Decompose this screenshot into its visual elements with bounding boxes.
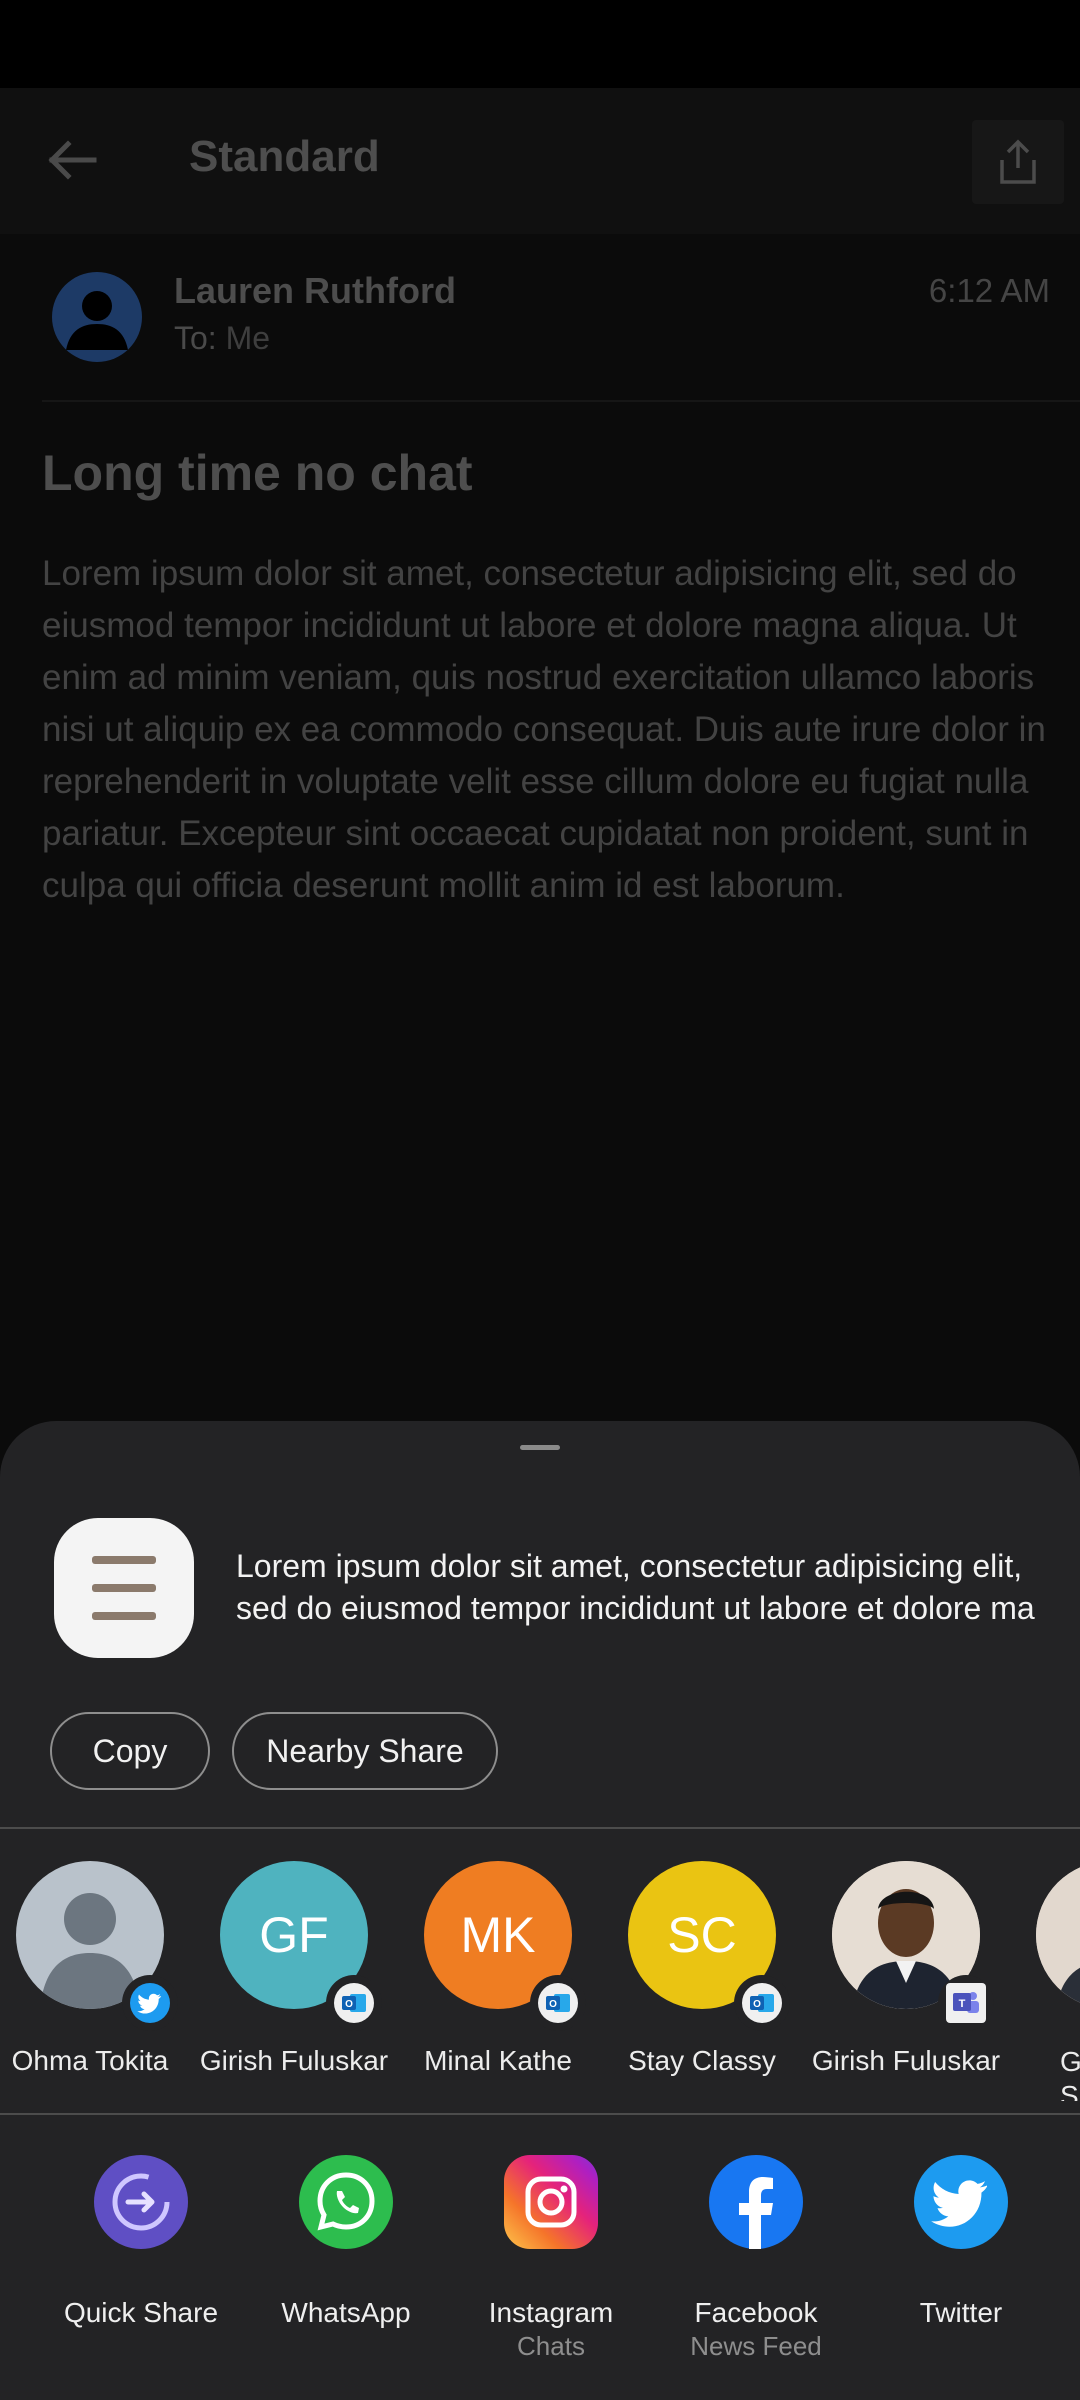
status-bar — [0, 0, 1080, 88]
svg-text:O: O — [345, 1999, 353, 2010]
twitter-icon — [130, 1983, 170, 2023]
preview-icon-line — [92, 1584, 156, 1592]
outlook-badge: O — [530, 1975, 586, 2031]
outlook-icon: O — [334, 1983, 374, 2023]
twitter-icon — [914, 2155, 1008, 2249]
whatsapp-icon — [299, 2155, 393, 2249]
section-divider — [0, 1827, 1080, 1829]
contact-name: Minal Kathe — [424, 2045, 572, 2076]
toolbar-title: Standard — [189, 132, 380, 181]
app-target-sub: News Feed — [690, 2331, 822, 2361]
contact-name-line-1: Gi — [1060, 2046, 1080, 2077]
teams-icon: T — [946, 1983, 986, 2023]
contact-name: Ohma Tokita — [11, 2045, 169, 2076]
quick-share-icon — [94, 2155, 188, 2249]
contact-photo — [1036, 1861, 1080, 2009]
sender-avatar — [52, 272, 142, 362]
preview-line-2: sed do eiusmod tempor incididunt ut labo… — [236, 1590, 1036, 1626]
email-body: Lorem ipsum dolor sit amet, consectetur … — [42, 554, 1046, 905]
drag-handle[interactable] — [520, 1445, 560, 1450]
app-target-sub: Chats — [517, 2331, 585, 2361]
to-label: To: — [174, 320, 217, 356]
back-button[interactable] — [36, 124, 108, 196]
outlook-icon: O — [742, 1983, 782, 2023]
header-divider — [42, 400, 1080, 402]
preview-line-1: Lorem ipsum dolor sit amet, consectetur … — [236, 1548, 1023, 1584]
share-button[interactable] — [972, 120, 1064, 204]
sender-name: Lauren Ruthford — [174, 270, 456, 311]
app-name: WhatsApp — [281, 2297, 411, 2328]
app-name: Instagram — [488, 2297, 614, 2328]
outlook-badge: O — [734, 1975, 790, 2031]
app-name: Quick Share — [63, 2297, 219, 2328]
text-document-icon — [54, 1518, 194, 1658]
email-subject: Long time no chat — [42, 445, 473, 501]
svg-text:T: T — [959, 1998, 966, 2010]
contact-name-line-2: S — [1060, 2080, 1079, 2101]
arrow-left-icon — [48, 140, 97, 180]
person-icon — [66, 291, 128, 350]
app-toolbar: Standard — [0, 88, 1080, 234]
teams-badge: T — [938, 1975, 994, 2031]
app-name: Facebook — [694, 2297, 818, 2328]
copy-button[interactable]: Copy — [50, 1712, 210, 1790]
share-sheet: Lorem ipsum dolor sit amet, consectetur … — [0, 1421, 1080, 2400]
contact-name: Stay Classy — [628, 2045, 776, 2076]
share-app-targets: Quick Share WhatsApp Instagram Chats Fac… — [0, 2145, 1080, 2395]
contact-name: Girish Fuluskar — [811, 2045, 1001, 2076]
outlook-badge: O — [326, 1975, 382, 2031]
nearby-share-button[interactable]: Nearby Share — [232, 1712, 498, 1790]
section-divider — [0, 2113, 1080, 2115]
svg-text:O: O — [549, 1999, 557, 2010]
twitter-badge — [122, 1975, 178, 2031]
to-value: Me — [225, 320, 271, 356]
recipient-line: To: Me — [174, 320, 270, 357]
instagram-icon — [504, 2155, 598, 2249]
direct-share-contacts: Ohma Tokita GF O Girish Fuluskar MK O Mi… — [0, 1861, 1080, 2101]
preview-icon-line — [92, 1612, 156, 1620]
app-name: Twitter — [919, 2297, 1003, 2328]
facebook-icon — [709, 2155, 803, 2249]
share-preview-text: Lorem ipsum dolor sit amet, consectetur … — [236, 1545, 1036, 1629]
preview-icon-line — [92, 1556, 156, 1564]
person-photo-icon — [1036, 1861, 1080, 2009]
share-icon — [1000, 139, 1036, 184]
contact-name: Gi S — [1060, 2045, 1080, 2101]
outlook-icon: O — [538, 1983, 578, 2023]
message-time: 6:12 AM — [928, 272, 1050, 309]
svg-text:O: O — [753, 1999, 761, 2010]
contact-name: Girish Fuluskar — [199, 2045, 389, 2076]
